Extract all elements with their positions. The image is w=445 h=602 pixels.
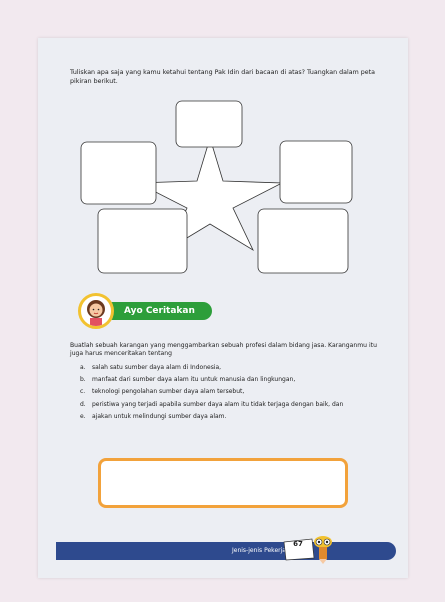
workbook-page: Tuliskan apa saja yang kamu ketahui tent…	[38, 38, 408, 578]
section-badge: Ayo Ceritakan	[78, 293, 218, 329]
list-item-text: ajakan untuk melindungi sumber daya alam…	[92, 412, 227, 420]
list-item-text: salah satu sumber daya alam di Indonesia…	[92, 364, 222, 371]
list-item-text: teknologi pengolahan sumber daya alam te…	[92, 388, 245, 396]
paragraph: Buatlah sebuah karangan yang menggambark…	[70, 342, 377, 358]
list-item: c. teknologi pengolahan sumber daya alam …	[80, 388, 380, 396]
footer-band	[56, 542, 396, 560]
list-item-text: peristiwa yang terjadi apabila sumber da…	[92, 400, 344, 408]
topic-list: a. salah satu sumber daya alam di Indones…	[80, 364, 380, 425]
list-marker: d.	[80, 400, 86, 408]
list-marker: b.	[80, 376, 86, 384]
mind-map-box-bottom-left[interactable]	[97, 208, 188, 274]
answer-box[interactable]	[98, 458, 348, 508]
mind-map-box-right[interactable]	[279, 140, 353, 204]
pencil-mascot-icon	[314, 536, 332, 564]
mind-map	[80, 100, 353, 274]
list-marker: a.	[80, 364, 86, 371]
girl-avatar-icon	[78, 293, 114, 329]
list-item: e. ajakan untuk melindungi sumber daya al…	[80, 413, 380, 421]
list-marker: e.	[80, 412, 86, 420]
list-item-text: manfaat dari sumber daya alam itu untuk …	[92, 376, 296, 384]
list-item: a. salah satu sumber daya alam di Indones…	[80, 364, 380, 372]
mind-map-box-left[interactable]	[80, 141, 157, 205]
mind-map-box-top[interactable]	[175, 100, 243, 148]
list-item: d. peristiwa yang terjadi apabila sumber …	[80, 401, 380, 409]
mind-map-box-bottom-right[interactable]	[257, 208, 349, 274]
list-marker: c.	[80, 388, 86, 396]
page-number: 67	[293, 540, 303, 548]
section-title: Ayo Ceritakan	[104, 302, 212, 320]
list-item: b. manfaat dari sumber daya alam itu untu…	[80, 376, 380, 384]
